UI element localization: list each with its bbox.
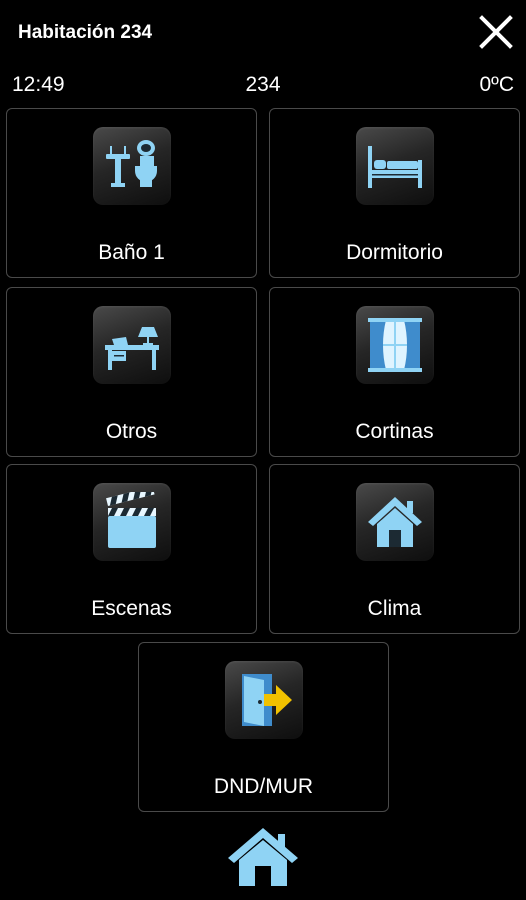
tile-label: Baño 1 [98,241,165,264]
tile-otros[interactable]: Otros [6,287,257,457]
desk-lamp-icon [92,306,171,384]
tile-label: Clima [367,597,422,620]
tile-label: Cortinas [355,420,434,443]
tile-clima[interactable]: Clima [269,464,520,634]
tile-dnd-mur[interactable]: DND/MUR [138,642,389,812]
temperature-readout: 0ºC [479,73,514,96]
tile-label: Escenas [91,597,172,620]
bed-icon [355,127,434,205]
app-header: Habitación 234 [0,0,526,68]
close-icon[interactable] [478,14,514,50]
room-number: 234 [245,73,281,96]
bathroom-icon [92,127,171,205]
home-icon[interactable] [226,826,300,888]
house-icon [355,483,434,561]
door-exit-icon [224,661,303,739]
status-bar: 12:49 234 0ºC [0,68,526,102]
curtains-icon [355,306,434,384]
clapperboard-icon [92,483,171,561]
tile-dormitorio[interactable]: Dormitorio [269,108,520,278]
tile-label: Dormitorio [346,241,443,264]
tile-escenas[interactable]: Escenas [6,464,257,634]
tile-label: Otros [105,420,158,443]
tile-bano[interactable]: Baño 1 [6,108,257,278]
tile-label: DND/MUR [213,775,314,798]
page-title: Habitación 234 [18,22,153,43]
tile-cortinas[interactable]: Cortinas [269,287,520,457]
